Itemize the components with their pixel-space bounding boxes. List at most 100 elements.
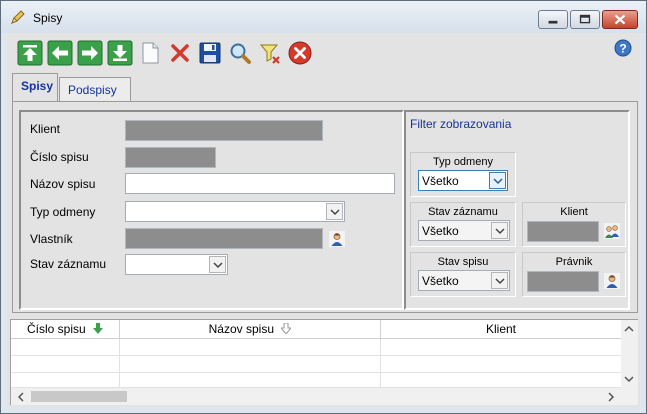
typ-odmeny-select[interactable] [125,201,345,222]
new-record-button[interactable] [137,40,163,66]
filter-stav-spisu-group: Stav spisu Všetko [410,252,516,297]
filter-klient-label: Klient [560,206,588,218]
arrow-left-icon [47,40,73,66]
scroll-corner [621,388,638,405]
chevron-down-icon[interactable] [209,256,226,273]
tab-spisy[interactable]: Spisy [12,73,58,102]
filter-typ-odmeny-select[interactable]: Všetko [418,170,508,191]
arrow-up-to-top-icon [17,40,43,66]
cislo-spisu-field [125,147,216,168]
records-grid[interactable]: Číslo spisu Názov spisu Klient [10,319,638,405]
scroll-right-icon[interactable] [603,389,619,405]
pencil-app-icon [11,10,25,24]
chevron-down-icon[interactable] [326,203,343,220]
column-header-nazov-spisu[interactable]: Názov spisu [120,320,381,339]
magnifier-icon [230,43,251,64]
filter-klient-field [527,221,599,242]
filter-typ-odmeny-group: Typ odmeny Všetko [410,152,516,197]
close-circle-icon [288,41,312,65]
filter-clear-icon [259,44,280,64]
filter-pravnik-field [527,271,599,292]
filter-stav-zaznamu-group: Stav záznamu Všetko [410,202,516,247]
table-cell[interactable] [120,339,381,356]
close-window-button[interactable] [602,10,638,29]
previous-record-button[interactable] [47,40,73,66]
close-form-button[interactable] [287,40,313,66]
filter-stav-spisu-select[interactable]: Všetko [418,270,510,291]
filter-pravnik-label: Právnik [555,256,593,268]
column-header-cislo-spisu[interactable]: Číslo spisu [11,320,120,339]
last-record-button[interactable] [107,40,133,66]
minimize-button[interactable] [538,10,568,29]
user-lookup-icon[interactable] [604,273,620,289]
first-record-button[interactable] [17,40,43,66]
record-form: Klient Číslo spisu Názov spisu Typ odmen… [19,110,404,310]
filter-klient-group: Klient [522,202,626,247]
filter-panel: Filter zobrazovania Typ odmeny Všetko St… [404,110,630,310]
user-lookup-icon[interactable] [329,231,345,247]
typ-odmeny-label: Typ odmeny [30,205,96,219]
title-bar[interactable]: Spisy [1,1,646,33]
help-icon[interactable]: ? [614,39,632,57]
filter-stav-zaznamu-value: Všetko [422,224,459,238]
search-button[interactable] [227,40,253,66]
column-header-klient[interactable]: Klient [381,320,621,339]
next-record-button[interactable] [77,40,103,66]
horizontal-scroll-thumb[interactable] [31,391,127,402]
table-cell[interactable] [11,356,120,373]
nazov-spisu-label: Názov spisu [30,177,96,191]
maximize-icon [579,14,591,24]
klient-label: Klient [30,122,61,136]
column-header-label: Klient [485,322,517,336]
filter-typ-odmeny-value: Všetko [422,174,459,188]
sort-down-active-icon [93,323,104,334]
arrow-right-icon [77,40,103,66]
grid-header: Číslo spisu Názov spisu Klient [11,320,621,339]
filter-stav-zaznamu-label: Stav záznamu [428,206,498,218]
scroll-up-icon[interactable] [621,321,637,337]
table-cell[interactable] [11,373,120,388]
scroll-left-icon[interactable] [13,389,29,405]
horizontal-scrollbar[interactable] [11,388,621,405]
close-icon [614,14,626,25]
clear-filter-button[interactable] [257,40,283,66]
filter-stav-spisu-value: Všetko [422,274,459,288]
table-row[interactable] [11,356,621,373]
scroll-down-icon[interactable] [621,371,637,387]
vertical-scrollbar[interactable] [621,320,638,388]
save-record-button[interactable] [197,40,223,66]
delete-x-icon [171,44,189,62]
minimize-icon [548,20,558,24]
arrow-down-to-bottom-icon [107,40,133,66]
table-row[interactable] [11,373,621,388]
users-lookup-icon[interactable] [604,223,620,239]
vlastnik-label: Vlastník [30,232,73,246]
column-header-label: Názov spisu [208,322,275,336]
filter-pravnik-group: Právnik [522,252,626,297]
cislo-spisu-label: Číslo spisu [30,150,89,164]
filter-stav-zaznamu-select[interactable]: Všetko [418,220,510,241]
sort-down-inactive-icon [280,322,293,335]
table-cell[interactable] [120,356,381,373]
filter-title: Filter zobrazovania [410,117,512,131]
tab-podspisy[interactable]: Podspisy [59,77,131,101]
main-window: Spisy ? Spisy Podspisy Klient Číslo spis… [0,0,647,414]
client-area: ? Spisy Podspisy Klient Číslo spisu Názo… [8,33,640,407]
table-cell[interactable] [120,373,381,388]
vlastnik-field [125,228,323,249]
nazov-spisu-input[interactable] [125,173,395,194]
table-cell[interactable] [11,339,120,356]
filter-typ-odmeny-label: Typ odmeny [433,156,493,168]
svg-text:?: ? [619,42,626,56]
chevron-down-icon[interactable] [491,272,508,289]
maximize-button[interactable] [570,10,600,29]
stav-zaznamu-select[interactable] [125,254,228,275]
chevron-down-icon[interactable] [491,222,508,239]
filter-stav-spisu-label: Stav spisu [437,256,489,268]
stav-zaznamu-label: Stav záznamu [30,257,107,271]
window-title: Spisy [33,11,63,25]
delete-record-button[interactable] [167,40,193,66]
table-row[interactable] [11,339,621,356]
chevron-down-icon[interactable] [489,172,506,189]
tab-panel-spisy: Klient Číslo spisu Názov spisu Typ odmen… [12,101,638,313]
